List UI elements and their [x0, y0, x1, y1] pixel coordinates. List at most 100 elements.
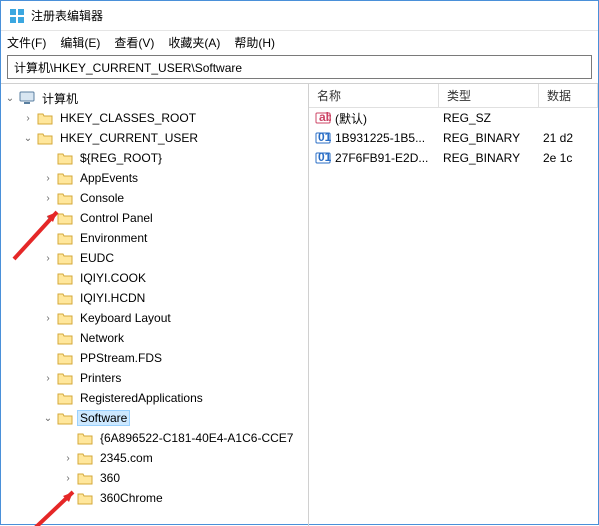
address-bar[interactable]: 计算机\HKEY_CURRENT_USER\Software — [7, 55, 592, 79]
menubar: 文件(F) 编辑(E) 查看(V) 收藏夹(A) 帮助(H) — [1, 31, 598, 53]
tree-label: 360Chrome — [97, 490, 166, 506]
tree-root[interactable]: ⌄ 计算机 — [1, 88, 308, 108]
tree-item-keyboard[interactable]: ›Keyboard Layout — [1, 308, 308, 328]
tree-label: HKEY_CURRENT_USER — [57, 130, 201, 146]
folder-icon — [37, 111, 53, 125]
folder-icon — [77, 491, 93, 505]
list-row[interactable]: ab (默认) REG_SZ — [309, 108, 598, 128]
menu-help[interactable]: 帮助(H) — [234, 34, 275, 51]
tree-item-eudc[interactable]: › EUDC — [1, 248, 308, 268]
tree-label: Network — [77, 330, 127, 346]
list-body: ab (默认) REG_SZ 011 1B931225-1B5... REG_B… — [309, 108, 598, 168]
folder-icon — [57, 231, 73, 245]
col-header-name[interactable]: 名称 — [309, 84, 439, 107]
expand-icon[interactable]: › — [41, 193, 55, 204]
folder-icon — [57, 191, 73, 205]
window-title: 注册表编辑器 — [31, 7, 103, 24]
expand-icon[interactable]: › — [61, 493, 75, 504]
folder-icon — [57, 371, 73, 385]
expand-icon[interactable]: ⌄ — [3, 93, 17, 104]
value-type: REG_BINARY — [439, 131, 539, 145]
expand-icon[interactable]: › — [61, 453, 75, 464]
menu-file[interactable]: 文件(F) — [7, 34, 46, 51]
svg-text:011: 011 — [318, 130, 331, 144]
tree-item-network[interactable]: Network — [1, 328, 308, 348]
folder-icon — [57, 411, 73, 425]
computer-icon — [19, 91, 35, 105]
tree-label: RegisteredApplications — [77, 390, 206, 406]
col-header-type[interactable]: 类型 — [439, 84, 539, 107]
tree-item-controlpanel[interactable]: › Control Panel — [1, 208, 308, 228]
tree-label: IQIYI.COOK — [77, 270, 149, 286]
tree-label: HKEY_CLASSES_ROOT — [57, 110, 199, 126]
main-panel: ⌄ 计算机 › HKEY_CLASSES_ROOT ⌄ HKEY_CURRENT… — [1, 83, 598, 526]
tree-label: EUDC — [77, 250, 117, 266]
tree-label: ${REG_ROOT} — [77, 150, 165, 166]
tree-item-appevents[interactable]: › AppEvents — [1, 168, 308, 188]
folder-icon — [57, 351, 73, 365]
tree-item-regroot[interactable]: ${REG_ROOT} — [1, 148, 308, 168]
address-path: 计算机\HKEY_CURRENT_USER\Software — [14, 59, 242, 76]
list-row[interactable]: 011 27F6FB91-E2D... REG_BINARY 2e 1c — [309, 148, 598, 168]
expand-icon[interactable]: › — [21, 113, 35, 124]
tree-hkcr[interactable]: › HKEY_CLASSES_ROOT — [1, 108, 308, 128]
tree-item-sw-360chrome[interactable]: › 360Chrome — [1, 488, 308, 508]
reg-binary-icon: 011 — [315, 150, 331, 166]
expand-icon[interactable]: › — [61, 473, 75, 484]
reg-string-icon: ab — [315, 110, 331, 126]
expand-icon[interactable]: ⌄ — [41, 413, 55, 424]
folder-icon — [57, 251, 73, 265]
tree-label: 360 — [97, 470, 123, 486]
tree-view[interactable]: ⌄ 计算机 › HKEY_CLASSES_ROOT ⌄ HKEY_CURRENT… — [1, 84, 309, 526]
expand-icon[interactable]: › — [41, 253, 55, 264]
folder-icon — [77, 471, 93, 485]
titlebar: 注册表编辑器 — [1, 1, 598, 31]
folder-icon — [57, 311, 73, 325]
expand-icon[interactable]: › — [41, 313, 55, 324]
tree-label: PPStream.FDS — [77, 350, 165, 366]
menu-view[interactable]: 查看(V) — [114, 34, 154, 51]
tree-item-iqiyicook[interactable]: IQIYI.COOK — [1, 268, 308, 288]
tree-label: Environment — [77, 230, 150, 246]
reg-binary-icon: 011 — [315, 130, 331, 146]
folder-icon — [57, 151, 73, 165]
folder-icon — [57, 211, 73, 225]
folder-icon — [77, 431, 93, 445]
tree-item-sw-2345[interactable]: ›2345.com — [1, 448, 308, 468]
expand-icon[interactable]: › — [41, 173, 55, 184]
tree-item-environment[interactable]: Environment — [1, 228, 308, 248]
menu-favorites[interactable]: 收藏夹(A) — [168, 34, 220, 51]
value-type: REG_BINARY — [439, 151, 539, 165]
regedit-icon — [9, 8, 25, 24]
tree-label: Control Panel — [77, 210, 156, 226]
folder-icon — [57, 291, 73, 305]
folder-icon — [37, 131, 53, 145]
col-header-data[interactable]: 数据 — [539, 84, 598, 107]
tree-label: {6A896522-C181-40E4-A1C6-CCE7 — [97, 430, 296, 446]
expand-icon[interactable]: › — [41, 373, 55, 384]
list-row[interactable]: 011 1B931225-1B5... REG_BINARY 21 d2 — [309, 128, 598, 148]
tree-hkcu[interactable]: ⌄ HKEY_CURRENT_USER — [1, 128, 308, 148]
tree-item-software[interactable]: ⌄Software — [1, 408, 308, 428]
tree-item-iqiyihcdn[interactable]: IQIYI.HCDN — [1, 288, 308, 308]
folder-icon — [57, 171, 73, 185]
expand-icon[interactable]: › — [41, 213, 55, 224]
tree-label: IQIYI.HCDN — [77, 290, 148, 306]
tree-label: AppEvents — [77, 170, 141, 186]
folder-icon — [57, 271, 73, 285]
tree-item-ppstream[interactable]: PPStream.FDS — [1, 348, 308, 368]
list-view[interactable]: 名称 类型 数据 ab (默认) REG_SZ 011 1B931225-1B5… — [309, 84, 598, 526]
tree-item-sw-360[interactable]: › 360 — [1, 468, 308, 488]
tree-item-sw-guid[interactable]: {6A896522-C181-40E4-A1C6-CCE7 — [1, 428, 308, 448]
value-name: (默认) — [335, 110, 439, 127]
tree-item-printers[interactable]: ›Printers — [1, 368, 308, 388]
tree-item-console[interactable]: ›Console — [1, 188, 308, 208]
value-name: 27F6FB91-E2D... — [335, 151, 439, 165]
svg-text:ab: ab — [319, 110, 331, 124]
menu-edit[interactable]: 编辑(E) — [60, 34, 100, 51]
folder-icon — [77, 451, 93, 465]
expand-icon[interactable]: ⌄ — [21, 133, 35, 144]
svg-text:011: 011 — [318, 150, 331, 164]
tree-item-registered[interactable]: RegisteredApplications — [1, 388, 308, 408]
value-name: 1B931225-1B5... — [335, 131, 439, 145]
